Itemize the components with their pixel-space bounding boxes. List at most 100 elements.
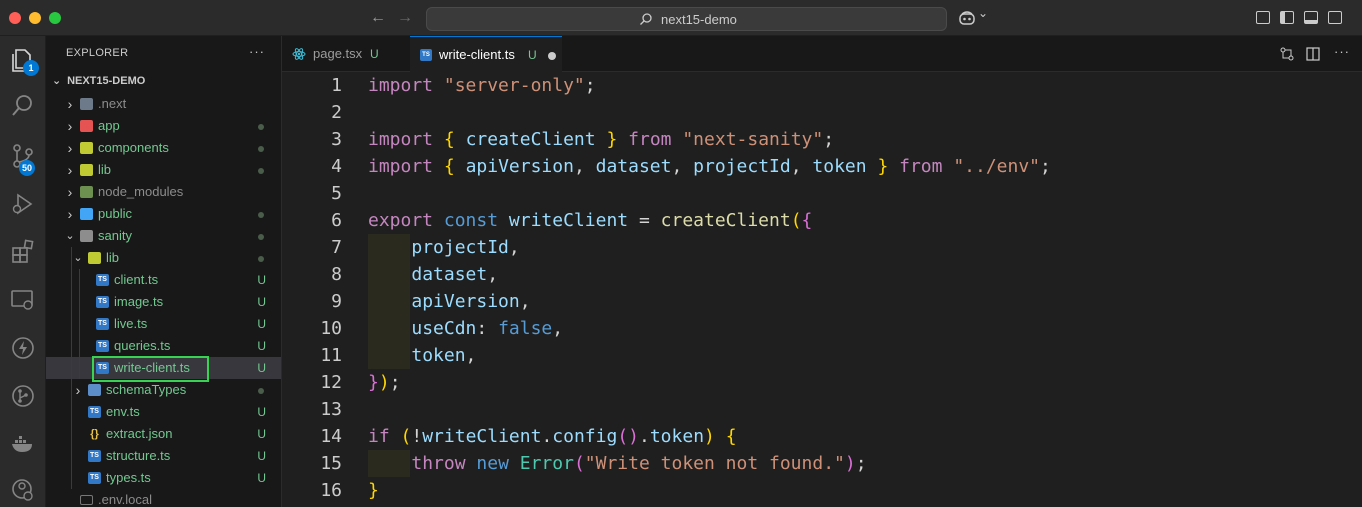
tree-item-next[interactable]: › .next <box>46 93 281 115</box>
open-changes-icon[interactable] <box>1280 47 1294 61</box>
code-token: projectId <box>411 237 509 258</box>
tree-item-node-modules[interactable]: › node_modules <box>46 181 281 203</box>
code-line[interactable]: dataset, <box>368 261 498 288</box>
unsaved-dot-icon[interactable] <box>548 52 556 60</box>
code-line[interactable]: }); <box>368 369 401 396</box>
accounts-button[interactable] <box>9 476 37 504</box>
forward-arrow-icon[interactable]: → <box>397 8 413 28</box>
customize-layout-icon[interactable] <box>1256 11 1270 24</box>
chevron-down-icon: ⌄ <box>73 252 83 264</box>
folder-node-icon <box>80 186 93 198</box>
line-number: 9 <box>331 291 342 312</box>
code-line[interactable]: } <box>368 477 379 504</box>
code-token: , <box>508 237 520 258</box>
line-number: 1 <box>331 75 342 96</box>
toggle-panel-icon[interactable] <box>1304 11 1318 24</box>
chevron-right-icon: › <box>67 118 73 134</box>
indent-guide <box>79 291 80 313</box>
split-editor-icon[interactable] <box>1306 47 1320 61</box>
tab-status: U <box>370 47 379 61</box>
code-line[interactable]: export const writeClient = createClient(… <box>368 207 812 234</box>
line-number: 10 <box>320 318 342 339</box>
tree-item-extract-json[interactable]: {} extract.json U <box>46 423 281 445</box>
more-actions-icon[interactable]: ··· <box>249 44 265 59</box>
code-line[interactable]: projectId, <box>368 234 520 261</box>
tree-item-env-ts[interactable]: TS env.ts U <box>46 401 281 423</box>
tree-item-components[interactable]: › components <box>46 137 281 159</box>
indent-guide <box>71 423 72 445</box>
indent-guide <box>79 269 80 291</box>
code-line[interactable]: import { createClient } from "next-sanit… <box>368 126 834 153</box>
git-graph-view-button[interactable] <box>9 382 37 410</box>
code-line[interactable]: throw new Error("Write token not found."… <box>368 450 866 477</box>
close-window-button[interactable] <box>9 12 21 24</box>
indent-guide <box>71 269 72 291</box>
indent-guide <box>71 401 72 423</box>
tree-item-live-ts[interactable]: TS live.ts U <box>46 313 281 335</box>
tab-write-client-ts[interactable]: TS write-client.ts U <box>410 36 562 72</box>
line-number: 16 <box>320 480 342 501</box>
tree-item-sanity[interactable]: ⌄ sanity <box>46 225 281 247</box>
remote-explorer-view-button[interactable] <box>9 286 37 314</box>
chevron-right-icon: › <box>67 184 73 200</box>
docker-view-button[interactable] <box>9 430 37 458</box>
tree-item-env-local[interactable]: .env.local <box>46 489 281 507</box>
tree-item-schematypes[interactable]: › schemaTypes <box>46 379 281 401</box>
chevron-right-icon: › <box>67 162 73 178</box>
run-debug-view-button[interactable] <box>9 190 37 218</box>
tree-item-lib[interactable]: › lib <box>46 159 281 181</box>
search-view-button[interactable] <box>9 92 37 120</box>
minimize-window-button[interactable] <box>29 12 41 24</box>
explorer-view-button[interactable]: 1 <box>9 46 39 76</box>
code-line[interactable]: import "server-only"; <box>368 72 596 99</box>
code-token: , <box>573 156 596 177</box>
json-file-icon: {} <box>90 428 99 440</box>
modified-dot-icon <box>258 212 264 218</box>
code-line[interactable]: useCdn: false, <box>368 315 563 342</box>
untracked-badge: U <box>257 427 266 441</box>
code-token: ; <box>389 372 401 393</box>
code-editor[interactable]: 1 import "server-only"; 2 3 import { createC… <box>282 72 1362 507</box>
code-line[interactable]: import { apiVersion, dataset, projectId,… <box>368 153 1051 180</box>
tab-page-tsx[interactable]: page.tsx U <box>282 36 410 72</box>
source-control-view-button[interactable]: 50 <box>9 142 37 176</box>
maximize-window-button[interactable] <box>49 12 61 24</box>
code-line[interactable]: apiVersion, <box>368 288 530 315</box>
tree-item-image-ts[interactable]: TS image.ts U <box>46 291 281 313</box>
tree-item-structure-ts[interactable]: TS structure.ts U <box>46 445 281 467</box>
project-root[interactable]: ⌄ NEXT15-DEMO <box>52 74 145 87</box>
code-token: ; <box>1040 156 1051 177</box>
toggle-primary-sidebar-icon[interactable] <box>1280 11 1294 24</box>
code-token: { <box>725 426 737 447</box>
tree-item-client-ts[interactable]: TS client.ts U <box>46 269 281 291</box>
tree-item-queries-ts[interactable]: TS queries.ts U <box>46 335 281 357</box>
tree-item-types-ts[interactable]: TS types.ts U <box>46 467 281 489</box>
command-center-search[interactable]: next15-demo <box>426 7 947 31</box>
untracked-badge: U <box>257 295 266 309</box>
code-line[interactable]: if (!writeClient.config().token) { <box>368 423 737 450</box>
back-arrow-icon[interactable]: ← <box>370 8 386 28</box>
tree-item-label: types.ts <box>106 470 151 485</box>
indent-guide <box>71 313 72 335</box>
lightning-extension-button[interactable] <box>9 334 37 362</box>
code-token: import <box>368 156 434 177</box>
tree-item-public[interactable]: › public <box>46 203 281 225</box>
copilot-button[interactable]: ⌄ <box>958 6 990 28</box>
extensions-view-button[interactable] <box>9 238 37 266</box>
code-line[interactable]: token, <box>368 342 476 369</box>
lightning-icon <box>12 337 34 359</box>
more-actions-icon[interactable]: ··· <box>1334 44 1349 59</box>
tab-label: write-client.ts <box>439 47 515 62</box>
remote-explorer-icon <box>11 290 33 310</box>
toggle-secondary-sidebar-icon[interactable] <box>1328 11 1342 24</box>
line-number: 7 <box>331 237 342 258</box>
tree-item-app[interactable]: › app <box>46 115 281 137</box>
account-icon <box>12 479 33 501</box>
tree-item-sanity-lib[interactable]: ⌄ lib <box>46 247 281 269</box>
